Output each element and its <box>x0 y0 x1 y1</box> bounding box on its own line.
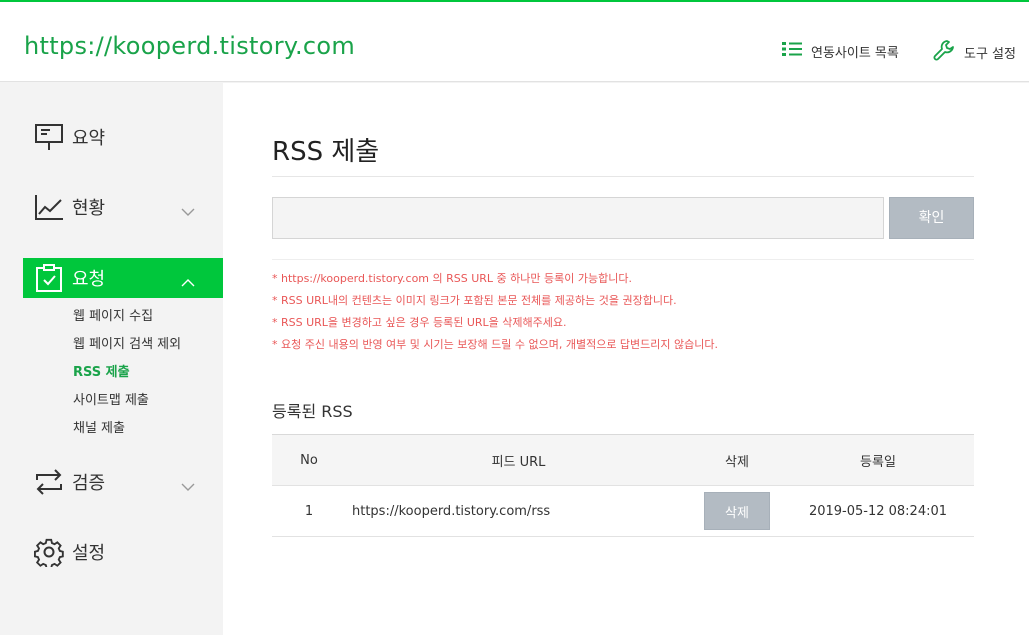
tools-label: 도구 설정 <box>964 46 1016 62</box>
chevron-up-icon <box>181 271 195 292</box>
table-header: No 피드 URL 삭제 등록일 <box>272 434 974 486</box>
sidebar-item-label: 현황 <box>72 198 106 219</box>
row-feed-url: https://kooperd.tistory.com/rss <box>352 503 551 519</box>
presentation-board-icon <box>34 122 64 152</box>
col-header-delete: 삭제 <box>725 454 749 470</box>
delete-button[interactable]: 삭제 <box>704 492 770 530</box>
subnav-channel-submit[interactable]: 채널 제출 <box>73 417 125 436</box>
header: https://kooperd.tistory.com 연동사이트 목록 도구 … <box>0 2 1029 82</box>
notice-text: * 요청 주신 내용의 반영 여부 및 시기는 보장해 드릴 수 없으며, 개별… <box>272 338 719 351</box>
table-row: 1 https://kooperd.tistory.com/rss 삭제 201… <box>272 486 974 537</box>
chevron-down-icon <box>181 200 195 221</box>
divider <box>272 176 974 177</box>
sidebar-item-label: 요약 <box>72 128 106 149</box>
sidebar-item-verify[interactable]: 검증 <box>23 462 223 502</box>
sidebar-item-summary[interactable]: 요약 <box>23 117 223 157</box>
sidebar-item-label: 요청 <box>72 269 106 290</box>
clipboard-check-icon <box>34 263 64 293</box>
main-content: RSS 제출 확인 * https://kooperd.tistory.com … <box>223 83 1029 635</box>
linked-sites-label: 연동사이트 목록 <box>811 45 899 61</box>
row-date: 2019-05-12 08:24:01 <box>808 503 948 519</box>
chevron-down-icon <box>181 475 195 496</box>
notice-text: * RSS URL을 변경하고 싶은 경우 등록된 URL을 삭제해주세요. <box>272 316 567 329</box>
subnav-rss-submit[interactable]: RSS 제출 <box>73 361 130 380</box>
sidebar-item-settings[interactable]: 설정 <box>23 532 223 572</box>
registered-rss-table: No 피드 URL 삭제 등록일 1 https://kooperd.tisto… <box>272 434 974 537</box>
sidebar-item-label: 검증 <box>72 473 106 494</box>
col-header-feed-url: 피드 URL <box>491 454 546 470</box>
tools-settings-link[interactable]: 도구 설정 <box>932 38 1016 66</box>
col-header-no: No <box>300 452 318 468</box>
site-url-title[interactable]: https://kooperd.tistory.com <box>24 32 355 60</box>
gear-icon <box>34 537 64 567</box>
confirm-button[interactable]: 확인 <box>889 197 974 239</box>
sidebar-item-status[interactable]: 현황 <box>23 187 223 227</box>
subnav-page-exclude[interactable]: 웹 페이지 검색 제외 <box>73 333 181 352</box>
sidebar-item-request[interactable]: 요청 <box>23 258 223 298</box>
page-title: RSS 제출 <box>272 137 380 167</box>
divider <box>272 259 974 260</box>
notice-text: * https://kooperd.tistory.com 의 RSS URL … <box>272 272 632 285</box>
row-delete-cell: 삭제 <box>692 486 782 536</box>
exchange-arrows-icon <box>34 467 64 497</box>
subnav-page-collect[interactable]: 웹 페이지 수집 <box>73 305 153 324</box>
sidebar: 요약 현황 요청 웹 페이지 수집 웹 페이지 검색 제외 RSS 제출 사이트… <box>0 83 223 635</box>
sidebar-item-label: 설정 <box>72 543 106 564</box>
list-icon <box>781 40 811 62</box>
col-header-date: 등록일 <box>860 454 896 470</box>
registered-rss-heading: 등록된 RSS <box>272 402 353 421</box>
rss-url-input[interactable] <box>272 197 884 239</box>
wrench-icon <box>932 38 964 66</box>
notice-text: * RSS URL내의 컨텐츠는 이미지 링크가 포함된 본문 전체를 제공하는… <box>272 294 677 307</box>
subnav-sitemap-submit[interactable]: 사이트맵 제출 <box>73 389 149 408</box>
row-no: 1 <box>304 503 314 519</box>
line-chart-icon <box>34 192 64 222</box>
linked-sites-link[interactable]: 연동사이트 목록 <box>781 40 899 62</box>
